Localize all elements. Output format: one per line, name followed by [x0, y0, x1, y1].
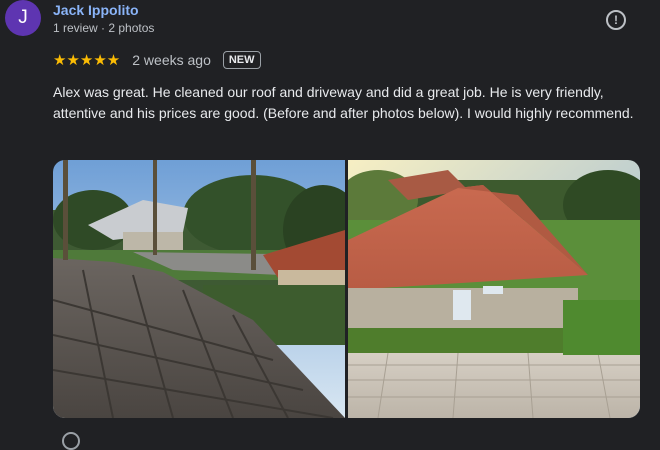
- reviewer-name[interactable]: Jack Ippolito: [53, 2, 139, 18]
- reviewer-meta: 1 review · 2 photos: [53, 21, 155, 35]
- review-date: 2 weeks ago: [132, 52, 211, 68]
- helpful-icon[interactable]: [62, 432, 80, 450]
- review-photos: [53, 160, 640, 418]
- after-photo[interactable]: [348, 160, 640, 418]
- reviewer-avatar[interactable]: J: [5, 0, 41, 36]
- report-icon[interactable]: !: [606, 10, 626, 30]
- rating-row: ★★★★★ 2 weeks ago NEW: [53, 51, 261, 69]
- before-photo[interactable]: [53, 160, 345, 418]
- review-text: Alex was great. He cleaned our roof and …: [53, 84, 634, 121]
- star-rating: ★★★★★: [53, 52, 121, 69]
- new-badge: NEW: [222, 51, 261, 69]
